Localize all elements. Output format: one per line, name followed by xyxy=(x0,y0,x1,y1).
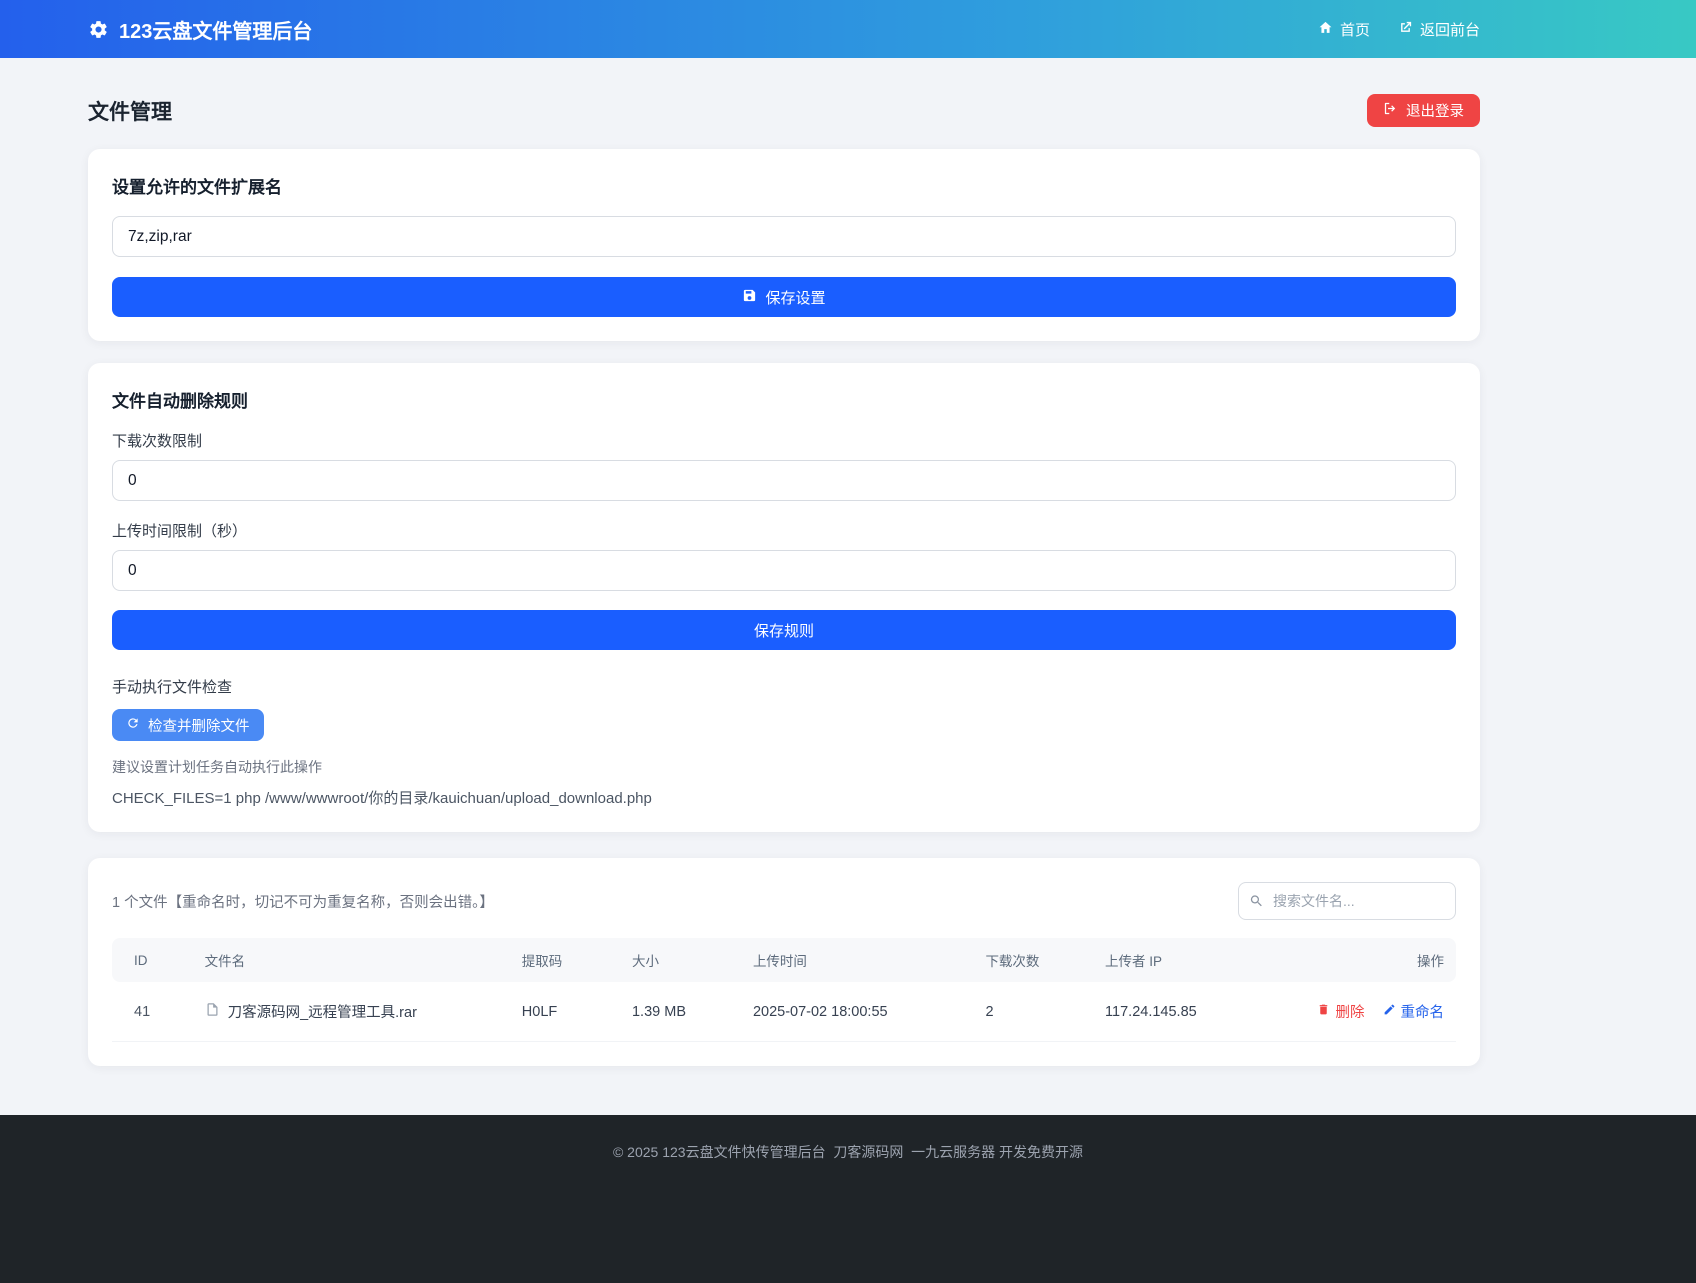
external-link-icon xyxy=(1398,20,1413,39)
nav-frontend-label: 返回前台 xyxy=(1419,21,1480,39)
col-downloads: 下载次数 xyxy=(969,938,1090,982)
extension-card-title: 设置允许的文件扩展名 xyxy=(112,178,282,197)
nav-home-label: 首页 xyxy=(1339,21,1370,39)
file-name-text: 刀客源码网_远程管理工具.rar xyxy=(227,1005,417,1021)
col-actions: 操作 xyxy=(1289,938,1456,982)
cell-upload-time: 2025-07-02 18:00:55 xyxy=(736,982,970,1042)
search-input[interactable] xyxy=(1238,882,1456,920)
cell-downloads: 2 xyxy=(969,982,1090,1042)
extension-settings-card: 设置允许的文件扩展名 保存设置 xyxy=(88,149,1480,341)
delete-file-link[interactable]: 删除 xyxy=(1317,1001,1364,1022)
nav-frontend-link[interactable]: 返回前台 xyxy=(1398,19,1480,40)
col-filename: 文件名 xyxy=(188,938,506,982)
logout-label: 退出登录 xyxy=(1406,104,1464,120)
files-summary: 1 个文件【重命名时，切记不可为重复名称，否则会出错。】 xyxy=(112,894,494,911)
brand[interactable]: 123云盘文件管理后台 xyxy=(88,15,312,44)
nav-home-link[interactable]: 首页 xyxy=(1318,19,1370,40)
download-limit-field: 下载次数限制 xyxy=(112,430,1456,501)
home-icon xyxy=(1318,20,1333,39)
sign-out-icon xyxy=(1383,101,1398,120)
rename-file-link[interactable]: 重命名 xyxy=(1383,1001,1445,1022)
brand-title: 123云盘文件管理后台 xyxy=(119,20,313,43)
upload-time-limit-field: 上传时间限制（秒） xyxy=(112,520,1456,591)
rename-label: 重命名 xyxy=(1400,1005,1445,1021)
file-icon xyxy=(205,1002,220,1021)
rules-card-title: 文件自动删除规则 xyxy=(112,392,248,411)
manual-check-label: 手动执行文件检查 xyxy=(112,679,233,696)
search-box xyxy=(1238,882,1456,920)
cell-filename: 刀客源码网_远程管理工具.rar xyxy=(188,982,506,1042)
download-limit-input[interactable] xyxy=(112,460,1456,501)
download-limit-label: 下载次数限制 xyxy=(112,433,203,450)
page-content: 文件管理 退出登录 设置允许的文件扩展名 保存设置 文件自动删除规则 下载次数限… xyxy=(0,58,1696,1115)
auto-delete-rules-card: 文件自动删除规则 下载次数限制 上传时间限制（秒） 保存规则 手动执行文件检查 … xyxy=(88,363,1480,832)
cell-actions: 删除 重命名 xyxy=(1289,982,1456,1042)
table-header-row: ID 文件名 提取码 大小 上传时间 下载次数 上传者 IP 操作 xyxy=(112,938,1456,982)
cron-hint-text: 建议设置计划任务自动执行此操作 xyxy=(112,759,322,775)
cron-command-text: CHECK_FILES=1 php /www/wwwroot/你的目录/kaui… xyxy=(112,790,652,807)
col-upload-time: 上传时间 xyxy=(736,938,970,982)
floppy-save-icon xyxy=(742,288,757,307)
navbar-inner: 123云盘文件管理后台 首页 返回前台 xyxy=(88,15,1480,44)
save-rules-button[interactable]: 保存规则 xyxy=(112,610,1456,650)
cell-id: 41 xyxy=(112,982,189,1042)
upload-time-limit-input[interactable] xyxy=(112,550,1456,591)
page-header: 文件管理 退出登录 xyxy=(88,94,1480,127)
col-code: 提取码 xyxy=(505,938,616,982)
page-title: 文件管理 xyxy=(88,100,172,124)
trash-icon xyxy=(1317,1003,1330,1020)
files-table: ID 文件名 提取码 大小 上传时间 下载次数 上传者 IP 操作 41 刀客源… xyxy=(112,938,1456,1042)
upload-time-limit-label: 上传时间限制（秒） xyxy=(112,523,248,540)
table-row: 41 刀客源码网_远程管理工具.rar H0LF 1.39 MB 2025-07… xyxy=(112,982,1456,1042)
col-uploader-ip: 上传者 IP xyxy=(1089,938,1290,982)
col-id: ID xyxy=(112,938,189,982)
save-settings-label: 保存设置 xyxy=(765,289,826,307)
delete-label: 删除 xyxy=(1335,1005,1365,1021)
pencil-icon xyxy=(1383,1003,1396,1020)
footer-text: © 2025 123云盘文件快传管理后台 刀客源码网 一九云服务器 开发免费开源 xyxy=(612,1144,1084,1160)
check-delete-files-label: 检查并删除文件 xyxy=(148,718,250,735)
cell-size: 1.39 MB xyxy=(615,982,737,1042)
logout-button[interactable]: 退出登录 xyxy=(1367,94,1480,127)
col-size: 大小 xyxy=(615,938,737,982)
top-navbar: 123云盘文件管理后台 首页 返回前台 xyxy=(0,0,1696,58)
files-toolbar: 1 个文件【重命名时，切记不可为重复名称，否则会出错。】 xyxy=(112,882,1456,920)
cell-code: H0LF xyxy=(505,982,616,1042)
save-settings-button[interactable]: 保存设置 xyxy=(112,277,1456,317)
cell-uploader-ip: 117.24.145.85 xyxy=(1089,982,1290,1042)
files-card: 1 个文件【重命名时，切记不可为重复名称，否则会出错。】 ID 文件名 提取码 … xyxy=(88,858,1480,1066)
check-delete-files-button[interactable]: 检查并删除文件 xyxy=(112,709,264,741)
refresh-icon xyxy=(126,716,140,734)
allowed-extensions-input[interactable] xyxy=(112,216,1456,257)
save-rules-label: 保存规则 xyxy=(753,622,814,640)
page-wrap: 文件管理 退出登录 设置允许的文件扩展名 保存设置 文件自动删除规则 下载次数限… xyxy=(88,58,1480,1066)
nav-links: 首页 返回前台 xyxy=(1318,19,1480,40)
cogs-icon xyxy=(88,19,109,40)
page-footer: © 2025 123云盘文件快传管理后台 刀客源码网 一九云服务器 开发免费开源 xyxy=(0,1115,1696,1283)
